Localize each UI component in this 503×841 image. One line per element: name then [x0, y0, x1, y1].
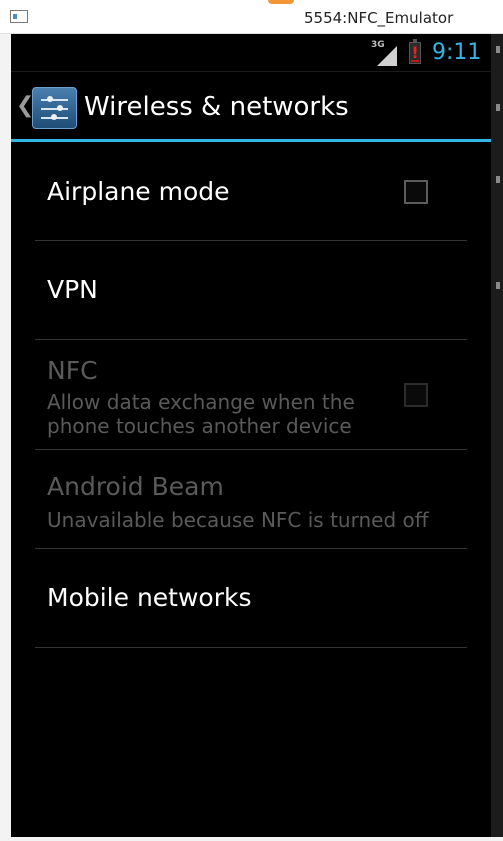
android-beam-item: Android Beam Unavailable because NFC is …	[35, 450, 467, 549]
status-clock: 9:11	[432, 40, 482, 65]
android-beam-summary: Unavailable because NFC is turned off	[47, 508, 429, 532]
slider-knob	[57, 105, 63, 111]
status-bar: 3G ! 9:11	[11, 34, 491, 72]
device-screen: 3G ! 9:11 ❮ Wireless & networks Airplane…	[11, 34, 491, 837]
page-title: Wireless & networks	[84, 92, 349, 122]
android-beam-label: Android Beam	[47, 472, 224, 501]
window-decoration	[268, 0, 294, 4]
slider-knob	[51, 114, 57, 120]
battery-alert-icon: !	[409, 39, 421, 64]
action-bar: ❮ Wireless & networks	[11, 72, 491, 142]
emulator-app-icon	[10, 10, 28, 23]
signal-strength-icon	[377, 46, 397, 66]
side-tick	[496, 282, 500, 289]
mobile-networks-item[interactable]: Mobile networks	[35, 549, 467, 648]
side-tick	[496, 46, 500, 53]
slider-knob	[47, 96, 53, 102]
nfc-summary: Allow data exchange when the phone touch…	[47, 390, 355, 438]
nfc-label: NFC	[47, 356, 98, 385]
side-tick	[496, 176, 500, 183]
list-divider	[35, 647, 467, 648]
nfc-checkbox	[404, 383, 428, 407]
nfc-item: NFC Allow data exchange when the phone t…	[35, 340, 467, 450]
settings-icon[interactable]	[32, 87, 77, 129]
airplane-mode-item[interactable]: Airplane mode	[35, 142, 467, 241]
mobile-networks-label: Mobile networks	[47, 583, 252, 612]
window-title: 5554:NFC_Emulator	[304, 9, 454, 27]
slider-line	[41, 108, 68, 110]
slider-line	[41, 99, 68, 101]
battery-warning-glyph: !	[411, 43, 419, 62]
airplane-mode-label: Airplane mode	[47, 177, 230, 206]
vpn-item[interactable]: VPN	[35, 241, 467, 340]
emulator-side-strip	[491, 34, 503, 837]
airplane-mode-checkbox[interactable]	[404, 180, 428, 204]
window-titlebar[interactable]: 5554:NFC_Emulator	[0, 0, 503, 34]
signal-icon: 3G	[371, 40, 399, 66]
vpn-label: VPN	[47, 275, 98, 304]
side-tick	[496, 104, 500, 111]
emulator-window: 5554:NFC_Emulator 3G ! 9:11 ❮ Wireless &…	[0, 0, 503, 841]
